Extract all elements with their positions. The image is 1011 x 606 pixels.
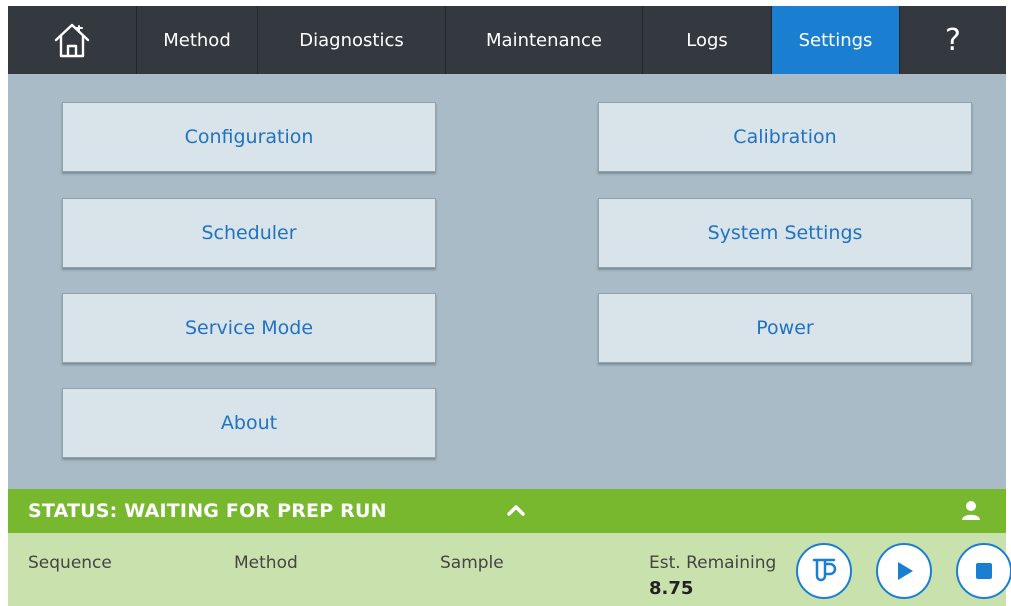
about-button[interactable]: About (62, 388, 436, 458)
sequence-label: Sequence (28, 553, 112, 573)
stop-button[interactable] (956, 543, 1011, 599)
system-settings-button[interactable]: System Settings (598, 198, 972, 268)
status-text: STATUS: WAITING FOR PREP RUN (28, 500, 387, 522)
home-button[interactable] (8, 6, 137, 74)
tab-maintenance[interactable]: Maintenance (446, 6, 643, 74)
help-button[interactable]: ? (900, 6, 1006, 74)
stop-icon (976, 563, 992, 579)
scheduler-button[interactable]: Scheduler (62, 198, 436, 268)
method-label: Method (234, 553, 298, 573)
calibration-button[interactable]: Calibration (598, 102, 972, 172)
home-icon (54, 23, 90, 58)
tab-settings[interactable]: Settings (772, 6, 900, 74)
est-remaining-label: Est. Remaining (649, 553, 777, 573)
top-navigation: Method Diagnostics Maintenance Logs Sett… (8, 6, 1006, 74)
play-button[interactable] (876, 543, 932, 599)
chevron-up-icon[interactable] (504, 499, 528, 523)
prep-icon (812, 558, 837, 582)
sample-label: Sample (440, 553, 504, 573)
prep-button[interactable] (796, 543, 852, 599)
power-button[interactable]: Power (598, 293, 972, 363)
play-icon (898, 562, 913, 580)
configuration-button[interactable]: Configuration (62, 102, 436, 172)
service-mode-button[interactable]: Service Mode (62, 293, 436, 363)
tab-diagnostics[interactable]: Diagnostics (258, 6, 446, 74)
user-icon[interactable] (960, 499, 982, 521)
tab-logs[interactable]: Logs (643, 6, 772, 74)
status-bar: STATUS: WAITING FOR PREP RUN (8, 489, 1006, 533)
tab-method[interactable]: Method (137, 6, 258, 74)
settings-panel: Configuration Calibration Scheduler Syst… (8, 74, 1006, 489)
run-info-bar: Sequence Method Sample Est. Remaining 8.… (8, 533, 1011, 606)
est-remaining-value: 8.75 (649, 578, 694, 599)
